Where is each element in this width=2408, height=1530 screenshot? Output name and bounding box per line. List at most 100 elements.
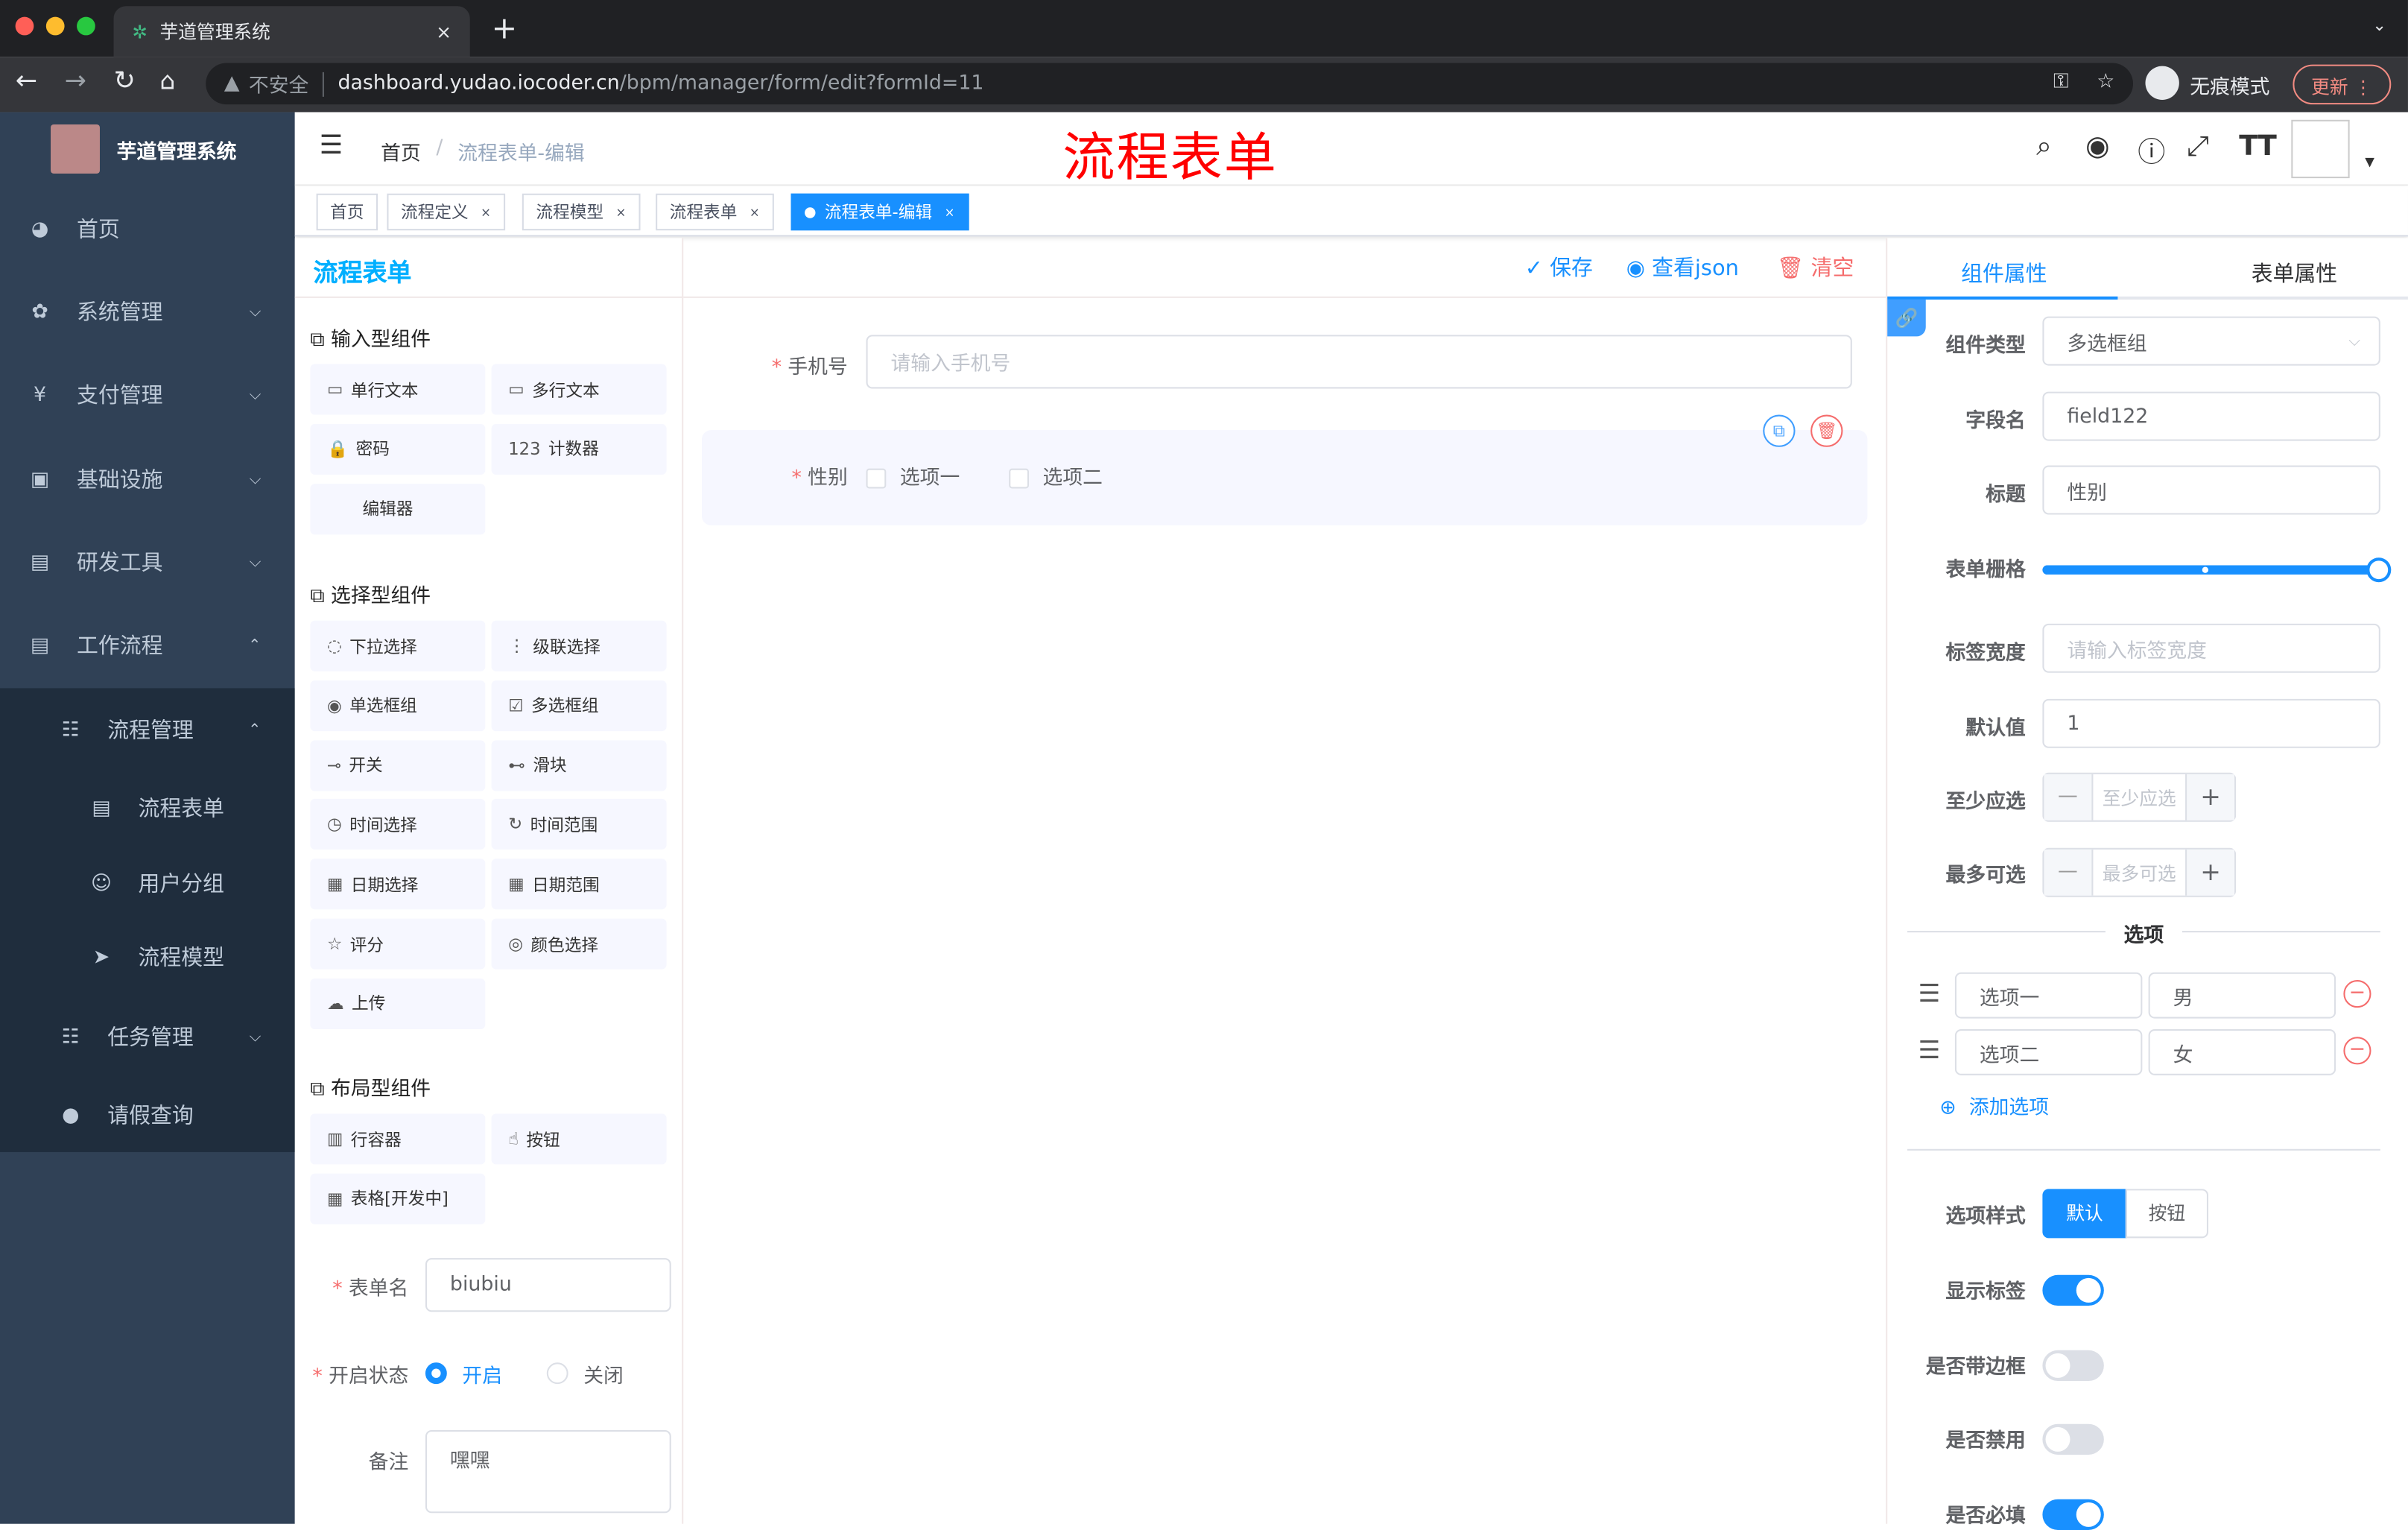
- minimize-window-button[interactable]: [45, 16, 65, 36]
- new-tab-button[interactable]: +: [492, 9, 518, 45]
- user-avatar[interactable]: [2291, 119, 2350, 179]
- font-size-icon[interactable]: ꓔT: [2239, 130, 2277, 162]
- remark-textarea[interactable]: 嘿嘿: [425, 1429, 671, 1514]
- phone-input[interactable]: 请输入手机号: [866, 335, 1852, 389]
- gender-option-2[interactable]: 选项二: [1009, 461, 1103, 490]
- form-name-input[interactable]: biubiu: [425, 1258, 671, 1312]
- component-input-0[interactable]: ▭ 单行文本: [310, 364, 486, 415]
- sidebar-item-9[interactable]: ➤ 流程模型: [0, 919, 295, 996]
- tab-list-chevron-icon[interactable]: ⌄: [2372, 16, 2386, 36]
- update-button[interactable]: 更新 ⋮: [2293, 64, 2392, 105]
- add-option-button[interactable]: ⊕ 添加选项: [1939, 1090, 2049, 1120]
- breadcrumb-home[interactable]: 首页: [381, 136, 421, 166]
- component-layout-2[interactable]: ▦ 表格[开发中]: [310, 1173, 486, 1224]
- tab-form-props[interactable]: 表单属性: [2252, 258, 2337, 288]
- component-select-0[interactable]: ◌ 下拉选择: [310, 620, 486, 671]
- component-select-12[interactable]: ☁ 上传: [310, 978, 486, 1029]
- option-value-input[interactable]: 女: [2148, 1029, 2336, 1075]
- github-icon[interactable]: ◉: [2085, 130, 2109, 162]
- remove-option-icon[interactable]: −: [2343, 1037, 2371, 1065]
- component-input-1[interactable]: ▭ 多行文本: [491, 364, 667, 415]
- option-label-input[interactable]: 选项一: [1954, 972, 2143, 1019]
- component-input-3[interactable]: 123 计数器: [491, 423, 667, 475]
- component-select-2[interactable]: ◉ 单选框组: [310, 680, 486, 731]
- field-input[interactable]: field122: [2042, 391, 2380, 441]
- delete-field-icon[interactable]: 🗑: [1810, 414, 1843, 447]
- clear-button[interactable]: 🗑 清空: [1777, 252, 1854, 282]
- min-stepper[interactable]: — 至少应选 +: [2042, 772, 2237, 822]
- component-select-7[interactable]: ↻ 时间范围: [491, 799, 667, 850]
- min-decrement[interactable]: —: [2044, 774, 2094, 821]
- grid-slider-handle[interactable]: [2366, 557, 2392, 583]
- sidebar-item-11[interactable]: ● 请假查询: [0, 1077, 295, 1154]
- component-select-5[interactable]: ⊷ 滑块: [491, 739, 667, 791]
- component-select-3[interactable]: ☑ 多选框组: [491, 680, 667, 731]
- fullscreen-icon[interactable]: ⤢: [2187, 130, 2209, 162]
- max-stepper[interactable]: — 最多可选 +: [2042, 847, 2237, 897]
- url-bar[interactable]: ▲ 不安全 dashboard.yudao.iocoder.cn/bpm/manag…: [206, 63, 2134, 105]
- tab-close-button[interactable]: ×: [436, 21, 452, 42]
- option-label-input[interactable]: 选项二: [1954, 1029, 2143, 1075]
- tab-component-props[interactable]: 组件属性: [1961, 258, 2047, 288]
- remove-option-icon[interactable]: −: [2343, 980, 2371, 1008]
- home-icon[interactable]: ⌂: [159, 66, 175, 95]
- max-decrement[interactable]: —: [2044, 849, 2094, 896]
- component-select-11[interactable]: ◎ 颜色选择: [491, 918, 667, 970]
- help-icon[interactable]: ⓘ: [2138, 130, 2165, 171]
- sidebar-item-2[interactable]: ¥ 支付管理 ⌵: [0, 356, 295, 433]
- component-select-4[interactable]: ⊸ 开关: [310, 739, 486, 791]
- browser-tab[interactable]: ✲ 芋道管理系统 ×: [113, 6, 470, 57]
- reload-icon[interactable]: ↻: [114, 66, 136, 97]
- back-icon[interactable]: ←: [16, 66, 37, 97]
- sidebar-item-10[interactable]: ☷ 任务管理 ⌵: [0, 999, 295, 1075]
- sidebar-item-7[interactable]: ▤ 流程表单: [0, 770, 295, 847]
- sidebar-item-4[interactable]: ▤ 研发工具 ⌵: [0, 524, 295, 601]
- sidebar-item-0[interactable]: ◕ 首页: [0, 191, 295, 268]
- title-input[interactable]: 性别: [2042, 465, 2380, 515]
- border-toggle[interactable]: [2042, 1350, 2104, 1382]
- min-increment[interactable]: +: [2185, 774, 2235, 821]
- sidebar-item-3[interactable]: ▣ 基础设施 ⌵: [0, 441, 295, 518]
- view-json-button[interactable]: ◉ 查看json: [1626, 252, 1739, 282]
- show-label-toggle[interactable]: [2042, 1274, 2104, 1306]
- sidebar-item-8[interactable]: ☺ 用户分组: [0, 845, 295, 922]
- tag-process-form[interactable]: 流程表单 ×: [656, 193, 774, 231]
- sidebar-item-5[interactable]: ▤ 工作流程 ⌃: [0, 607, 295, 683]
- option-value-input[interactable]: 男: [2148, 972, 2336, 1019]
- copy-field-icon[interactable]: ⧉: [1763, 414, 1796, 447]
- status-off-label[interactable]: 关闭: [583, 1359, 624, 1388]
- component-input-4[interactable]: 编辑器: [310, 483, 486, 534]
- drag-handle-icon[interactable]: ☰: [1918, 1035, 1940, 1064]
- status-on-radio[interactable]: [425, 1362, 447, 1385]
- default-input[interactable]: 1: [2042, 698, 2380, 748]
- label-width-input[interactable]: 请输入标签宽度: [2042, 623, 2380, 673]
- component-layout-0[interactable]: ▥ 行容器: [310, 1113, 486, 1165]
- component-select-1[interactable]: ⋮ 级联选择: [491, 620, 667, 671]
- style-default-button[interactable]: 默认: [2042, 1189, 2127, 1239]
- component-select-8[interactable]: ▦ 日期选择: [310, 859, 486, 910]
- component-select-10[interactable]: ☆ 评分: [310, 918, 486, 970]
- avatar-dropdown-icon[interactable]: ▼: [2365, 155, 2374, 169]
- status-on-label[interactable]: 开启: [462, 1359, 502, 1388]
- key-icon[interactable]: ⚿: [2053, 71, 2068, 94]
- type-select[interactable]: 多选框组 ⌵: [2042, 316, 2380, 366]
- component-layout-1[interactable]: ☝ 按钮: [491, 1113, 667, 1165]
- style-button-button[interactable]: 按钮: [2125, 1189, 2209, 1239]
- gender-option-1[interactable]: 选项一: [866, 461, 960, 490]
- tag-process-definition[interactable]: 流程定义 ×: [387, 193, 505, 231]
- save-button[interactable]: ✓ 保存: [1525, 252, 1593, 282]
- tag-home[interactable]: 首页: [316, 193, 378, 231]
- component-select-6[interactable]: ◷ 时间选择: [310, 799, 486, 850]
- search-icon[interactable]: ⌕: [2036, 130, 2052, 162]
- sidebar-item-1[interactable]: ✿ 系统管理 ⌵: [0, 274, 295, 350]
- component-select-9[interactable]: ▦ 日期范围: [491, 859, 667, 910]
- maximize-window-button[interactable]: [77, 16, 95, 36]
- sidebar-item-6[interactable]: ☷ 流程管理 ⌃: [0, 692, 295, 768]
- forward-icon[interactable]: →: [65, 66, 86, 97]
- component-input-2[interactable]: 🔒 密码: [310, 423, 486, 475]
- required-toggle[interactable]: [2042, 1499, 2104, 1530]
- hamburger-icon[interactable]: ☰: [320, 130, 343, 161]
- tag-process-form-edit[interactable]: 流程表单-编辑 ×: [790, 193, 969, 231]
- close-window-button[interactable]: [15, 16, 34, 36]
- drag-handle-icon[interactable]: ☰: [1918, 979, 1940, 1008]
